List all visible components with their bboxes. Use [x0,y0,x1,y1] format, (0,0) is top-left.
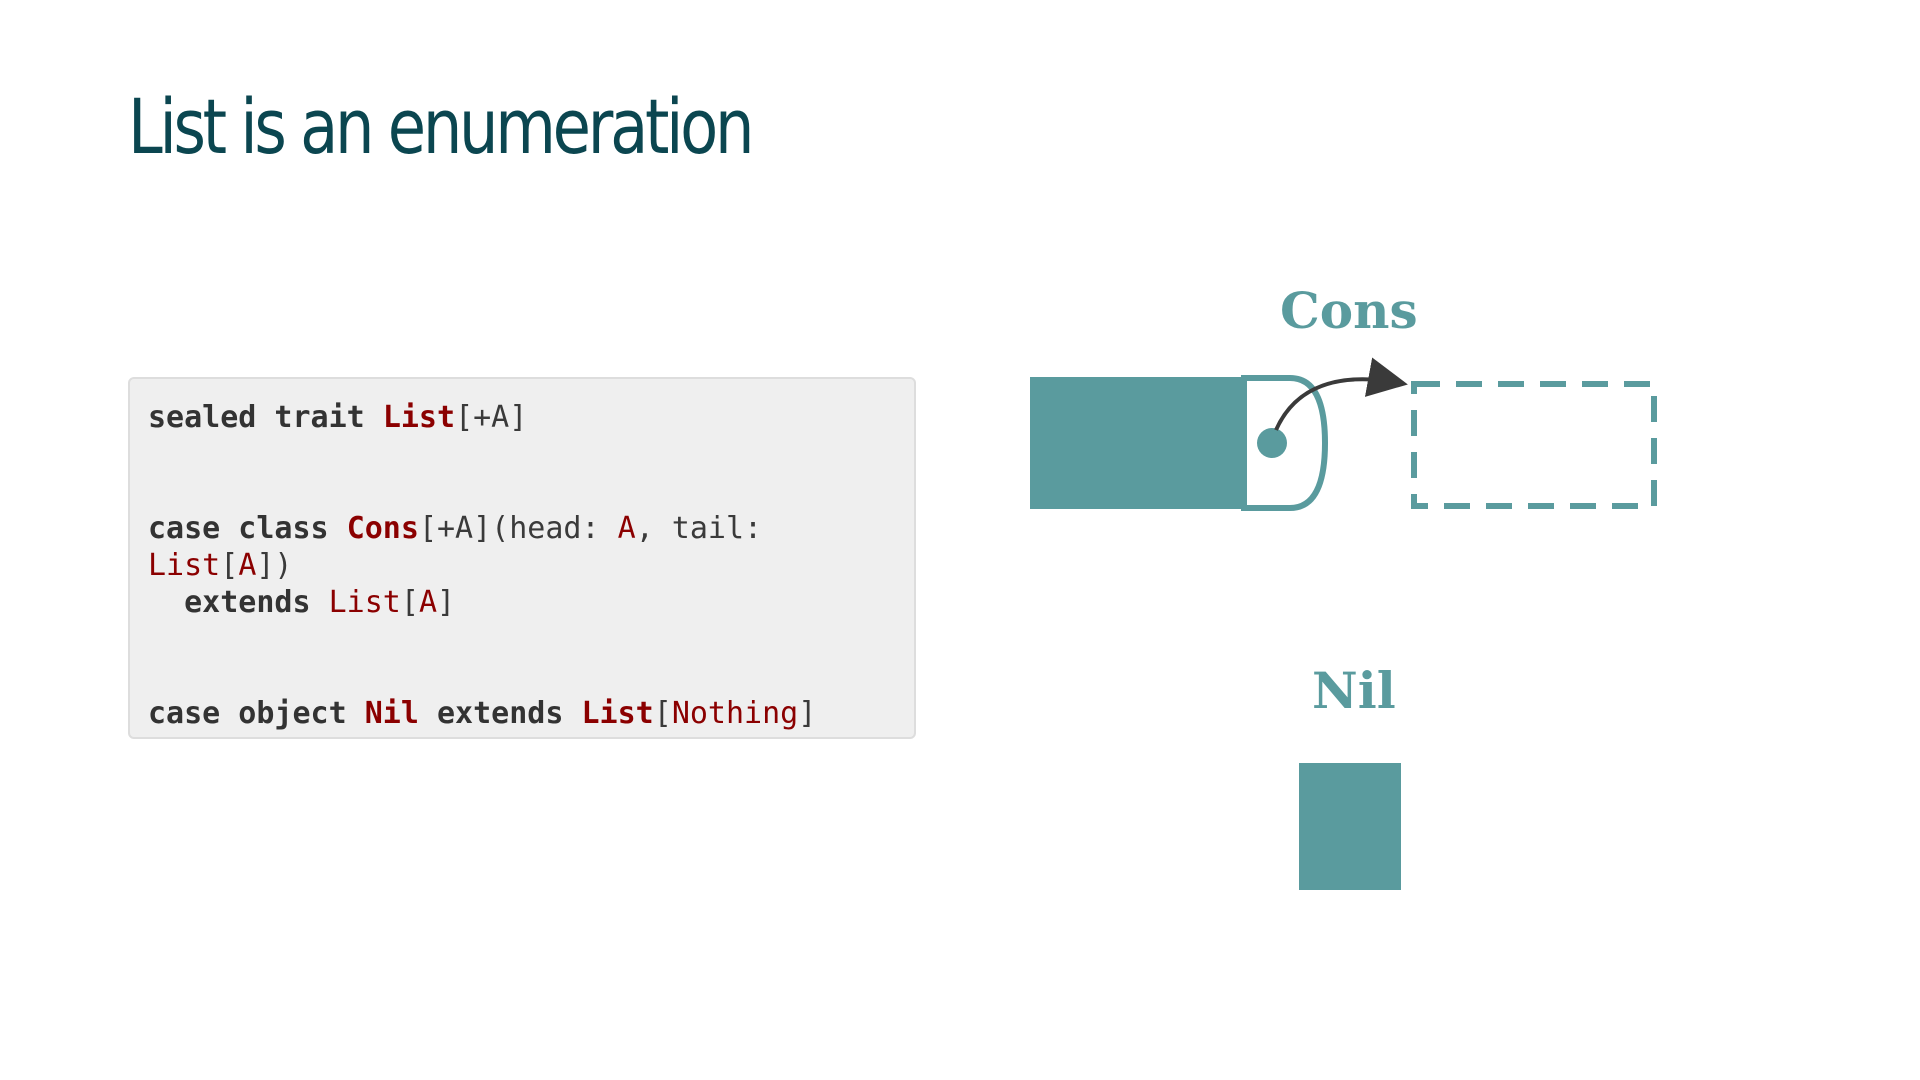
nil-cell [1299,763,1401,890]
slide: List is an enumeration sealed trait List… [0,0,1920,1080]
cons-head-cell [1030,377,1244,509]
tail-pointer-dot [1257,428,1287,458]
list-diagram [1030,357,1657,890]
next-cell-placeholder [1411,381,1657,509]
cons-cell [1030,375,1329,511]
